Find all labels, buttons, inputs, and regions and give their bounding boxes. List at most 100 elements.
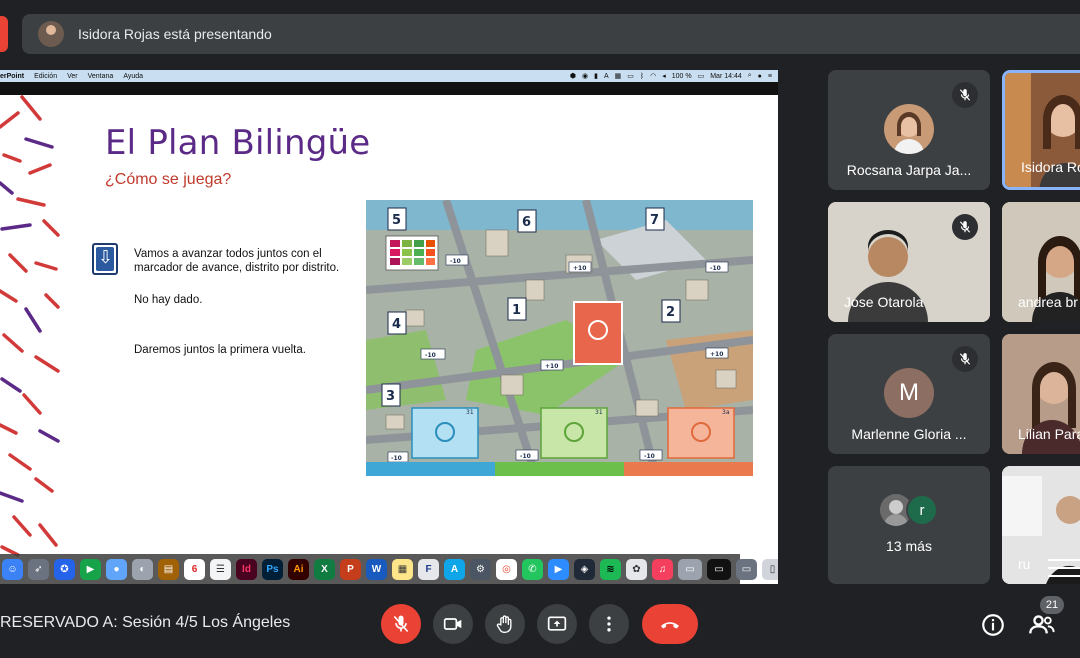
battery-text: 100 %	[671, 72, 692, 80]
presentation-slide: El Plan Bilingüe ¿Cómo se juega? Vamos a…	[0, 95, 778, 559]
menubar-app-name[interactable]: erPoint	[0, 73, 24, 80]
people-button[interactable]	[1028, 610, 1056, 638]
people-icon	[1029, 615, 1055, 634]
participant-initial-avatar: r	[906, 494, 938, 526]
illustrator-icon[interactable]: Ai	[288, 558, 309, 580]
more-options-button[interactable]	[589, 604, 629, 644]
district-5: 5	[392, 213, 401, 228]
shared-screen: erPoint Edición Ver Ventana Ayuda ⬢ ◉ ▮ …	[0, 70, 778, 584]
eye-icon: ◉	[582, 73, 589, 80]
hand-icon	[496, 615, 512, 633]
finder-icon[interactable]: ☺	[2, 558, 23, 580]
calendar-icon[interactable]: 6	[184, 558, 205, 580]
bonus-token: -10	[710, 265, 721, 272]
battery-icon: ▭	[697, 73, 705, 80]
spotify-icon[interactable]: ≋	[600, 558, 621, 580]
present-icon	[547, 616, 567, 631]
excel-icon[interactable]: X	[314, 558, 335, 580]
meet-window: Isidora Rojas está presentando erPoint E…	[0, 0, 1080, 658]
menu-ver[interactable]: Ver	[67, 73, 78, 80]
participant-name: ru	[1018, 556, 1031, 572]
bluetooth-icon: ᛒ	[639, 72, 645, 80]
presenter-avatar	[38, 21, 64, 47]
preview-icon[interactable]: ▭	[678, 558, 702, 580]
siri-icon: ●	[757, 72, 762, 80]
volume-icon: ◂	[662, 73, 666, 80]
menubar-status: ⬢ ◉ ▮ A ▦ ▭ ᛒ ◠ ◂ 100 % ▭ Mar 14:44 ⌕ ● …	[570, 72, 778, 80]
flag-icon: ▦	[614, 73, 622, 80]
display-icon: ▭	[627, 73, 634, 80]
terminal-icon[interactable]: ▭	[707, 558, 731, 580]
more-participants-tile[interactable]: r 13 más	[828, 466, 990, 584]
messages-icon[interactable]: ●	[106, 558, 127, 580]
participant-name: Rocsana Jarpa Ja...	[846, 162, 972, 178]
menu-edicion[interactable]: Edición	[34, 73, 57, 80]
down-arrow-icon	[92, 243, 118, 275]
district-3: 3	[386, 389, 395, 404]
facetime-icon[interactable]: ▶	[80, 558, 101, 580]
participant-avatar	[884, 104, 934, 154]
district-6: 6	[522, 215, 531, 230]
present-screen-button[interactable]	[537, 604, 577, 644]
slide-paragraph-first-round: Daremos juntos la primera vuelta.	[134, 344, 306, 356]
powerpoint-icon[interactable]: P	[340, 558, 361, 580]
launchpad-icon[interactable]: ➶	[28, 558, 49, 580]
photoshop-icon[interactable]: Ps	[262, 558, 283, 580]
contacts-icon[interactable]: ◐	[132, 558, 153, 580]
app-icon[interactable]: ◈	[574, 558, 595, 580]
participant-tile-isidora[interactable]: Isidora Ro	[1002, 70, 1080, 190]
photos-icon[interactable]: ✿	[626, 558, 647, 580]
chrome-icon[interactable]: ◎	[496, 558, 517, 580]
menu-ayuda[interactable]: Ayuda	[123, 73, 143, 80]
mac-menubar: erPoint Edición Ver Ventana Ayuda ⬢ ◉ ▮ …	[0, 70, 778, 82]
mic-toggle-button[interactable]	[381, 604, 421, 644]
menu-ventana[interactable]: Ventana	[88, 73, 114, 80]
bonus-token: -10	[644, 453, 655, 460]
bonus-token: -10	[391, 455, 402, 462]
participant-tile-rocsana[interactable]: Rocsana Jarpa Ja...	[828, 70, 990, 190]
district-1: 1	[512, 303, 521, 318]
participant-name: Marlenne Gloria ...	[851, 426, 967, 442]
system-preferences-icon[interactable]: ⚙	[470, 558, 491, 580]
participant-tile-marlenne[interactable]: M Marlenne Gloria ...	[828, 334, 990, 454]
participant-tile-andrea[interactable]: andrea br	[1002, 202, 1080, 322]
info-icon	[982, 614, 1004, 636]
zoom-icon[interactable]: ▶	[548, 558, 569, 580]
folder-icon[interactable]: ▭	[736, 558, 757, 580]
slide-paragraph-advance: Vamos a avanzar todos juntos con el marc…	[134, 248, 340, 274]
participant-name: Lilian Para	[1018, 426, 1080, 442]
participant-tile-jose[interactable]: Jose Otarola	[828, 202, 990, 322]
meeting-details-button[interactable]	[980, 612, 1006, 638]
reminders-icon[interactable]: ☰	[210, 558, 231, 580]
bonus-token: -10	[425, 352, 436, 359]
indesign-icon[interactable]: Id	[236, 558, 257, 580]
keynote-icon[interactable]: F	[418, 558, 439, 580]
whatsapp-icon[interactable]: ✆	[522, 558, 543, 580]
district-2: 2	[666, 305, 675, 320]
card-number: 31	[595, 409, 603, 416]
safari-icon[interactable]: ✪	[54, 558, 75, 580]
trash-icon[interactable]: ▯	[762, 558, 778, 580]
bonus-token: -10	[450, 258, 461, 265]
participant-tile-lilian[interactable]: Lilian Para	[1002, 334, 1080, 454]
participant-tile-ru[interactable]: ru	[1002, 466, 1080, 584]
notebook-icon[interactable]: ▤	[158, 558, 179, 580]
leave-call-button[interactable]	[642, 604, 698, 644]
clock-text: Mar 14:44	[710, 72, 742, 80]
raise-hand-button[interactable]	[485, 604, 525, 644]
mic-off-icon	[952, 214, 978, 240]
participant-name: Jose Otarola	[844, 294, 924, 310]
word-icon[interactable]: W	[366, 558, 387, 580]
slide-top-border	[0, 82, 778, 95]
presenting-chip[interactable]	[0, 16, 8, 52]
app-store-icon[interactable]: A	[444, 558, 465, 580]
mic-off-icon	[952, 82, 978, 108]
notes-icon[interactable]: ▦	[392, 558, 413, 580]
status-icon: ⬢	[569, 73, 577, 80]
slide-subtitle: ¿Cómo se juega?	[105, 171, 232, 188]
wifi-icon: ◠	[650, 73, 657, 80]
bonus-token: +10	[710, 351, 723, 358]
camera-toggle-button[interactable]	[433, 604, 473, 644]
music-icon[interactable]: ♫	[652, 558, 673, 580]
confetti-decoration	[0, 95, 60, 557]
